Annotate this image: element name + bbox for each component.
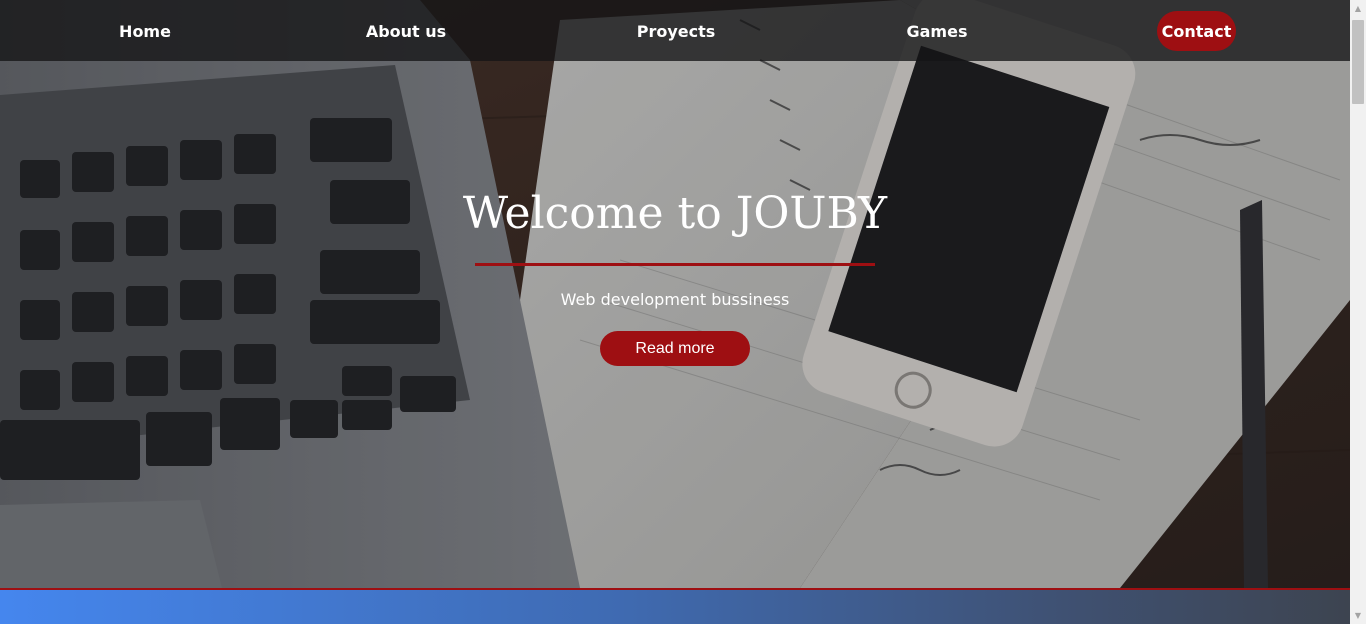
hero-subtitle: Web development bussiness	[560, 290, 790, 309]
nav-link-home[interactable]: Home	[100, 0, 190, 61]
hero-title-underline	[475, 263, 875, 266]
nav-link-games[interactable]: Games	[890, 0, 984, 61]
read-more-button[interactable]: Read more	[600, 331, 750, 366]
next-section-band	[0, 590, 1350, 624]
page: Home About us Proyects Games Contact Wel…	[0, 0, 1366, 624]
scrollbar-thumb[interactable]	[1352, 20, 1364, 104]
nav-link-about-us[interactable]: About us	[356, 0, 456, 61]
hero-divider	[0, 588, 1350, 590]
vertical-scrollbar[interactable]: ▲ ▼	[1350, 0, 1366, 624]
scroll-up-arrow-icon[interactable]: ▲	[1350, 0, 1366, 17]
nav-link-proyects[interactable]: Proyects	[626, 0, 726, 61]
navbar: Home About us Proyects Games Contact	[0, 0, 1350, 61]
hero-title: Welcome to JOUBY	[462, 188, 888, 239]
nav-contact-button[interactable]: Contact	[1157, 11, 1236, 51]
scroll-down-arrow-icon[interactable]: ▼	[1350, 607, 1366, 624]
